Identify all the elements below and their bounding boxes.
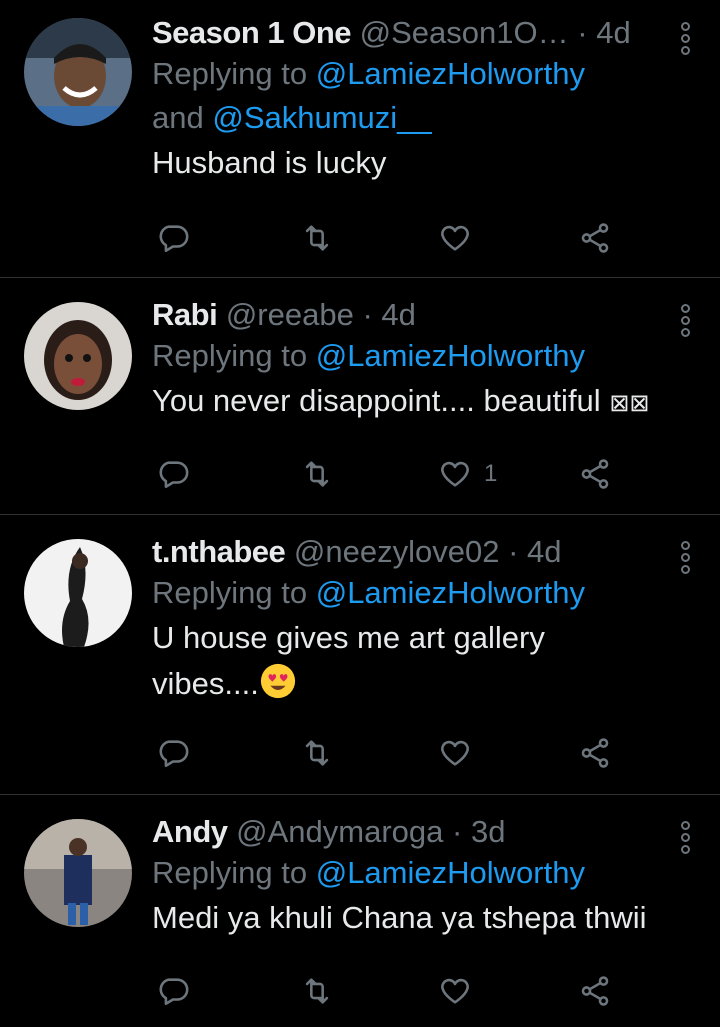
tweet-actions (152, 971, 632, 1011)
more-vertical-icon[interactable] (678, 304, 692, 337)
tweet-1[interactable]: Season 1 One @Season1O… · 4d Replying to… (0, 0, 720, 278)
tweet-text: U house gives me art gallery vibes.... (152, 615, 670, 707)
tweet-header: t.nthabee @neezylove02 · 4d (152, 533, 670, 571)
reply-button[interactable] (156, 218, 190, 258)
tweet-actions: 1 (152, 454, 632, 494)
tweet-text: You never disappoint.... beautiful ⊠⊠ (152, 378, 670, 427)
tweet-actions (152, 733, 632, 773)
user-handle[interactable]: @Season1O… (360, 15, 569, 50)
display-name[interactable]: Season 1 One (152, 15, 352, 50)
replying-to-label: Replying to (152, 56, 308, 91)
user-handle[interactable]: @reeabe (226, 297, 354, 332)
timestamp[interactable]: 4d (527, 534, 561, 569)
user-handle[interactable]: @Andymaroga (236, 814, 443, 849)
avatar[interactable] (24, 302, 132, 410)
like-button[interactable]: 1 (438, 454, 497, 494)
missing-glyph-boxes: ⊠⊠ (609, 390, 650, 417)
separator-dot: · (452, 814, 463, 849)
separator-dot: · (508, 534, 519, 569)
mention-link[interactable]: @LamiezHolworthy (316, 575, 585, 610)
avatar-image (24, 18, 132, 126)
avatar[interactable] (24, 819, 132, 927)
tweet-header: Andy @Andymaroga · 3d (152, 813, 670, 851)
mention-link[interactable]: @LamiezHolworthy (316, 855, 585, 890)
retweet-icon (305, 978, 329, 1004)
avatar[interactable] (24, 18, 132, 126)
heart-icon (441, 461, 469, 487)
tweet-text-line-2: vibes.... (152, 666, 259, 701)
tweet-header: Season 1 One @Season1O… · 4d (152, 14, 670, 52)
share-icon (581, 223, 609, 253)
reply-icon (159, 740, 189, 768)
retweet-icon (305, 461, 329, 487)
replying-to-label: Replying to (152, 338, 308, 373)
heart-icon (441, 978, 469, 1004)
heart-icon (441, 740, 469, 766)
reply-icon (159, 225, 189, 253)
timestamp[interactable]: 3d (471, 814, 505, 849)
tweet-3[interactable]: t.nthabee @neezylove02 · 4d Replying to … (0, 515, 720, 795)
reply-context: Replying to @LamiezHolworthy (152, 571, 670, 615)
reply-button[interactable] (156, 454, 190, 494)
separator-dot: · (577, 15, 588, 50)
reply-context: Replying to @LamiezHolworthy (152, 851, 670, 895)
retweet-button[interactable] (300, 971, 334, 1011)
timestamp[interactable]: 4d (381, 297, 415, 332)
share-icon (581, 459, 609, 489)
tweet-header: Rabi @reeabe · 4d (152, 296, 670, 334)
share-button[interactable] (578, 218, 612, 258)
retweet-button[interactable] (300, 733, 334, 773)
share-icon (581, 976, 609, 1006)
share-button[interactable] (578, 733, 612, 773)
more-vertical-icon[interactable] (678, 541, 692, 574)
tweet-2[interactable]: Rabi @reeabe · 4d Replying to @LamiezHol… (0, 278, 720, 515)
display-name[interactable]: Rabi (152, 297, 218, 332)
reply-context: Replying to @LamiezHolworthy and @Sakhum… (152, 52, 670, 140)
retweet-icon (305, 225, 329, 251)
more-vertical-icon[interactable] (678, 821, 692, 854)
avatar-image (24, 302, 132, 410)
and-label: and (152, 100, 204, 135)
share-button[interactable] (578, 971, 612, 1011)
reply-context: Replying to @LamiezHolworthy (152, 334, 670, 378)
like-button[interactable] (438, 733, 472, 773)
tweet-text-line-1: U house gives me art gallery (152, 620, 545, 655)
reply-icon (159, 461, 189, 489)
mention-link[interactable]: @LamiezHolworthy (316, 56, 585, 91)
tweet-actions (152, 218, 632, 258)
separator-dot: · (362, 297, 373, 332)
share-icon (581, 738, 609, 768)
tweet-text-body: You never disappoint.... beautiful (152, 383, 601, 418)
retweet-button[interactable] (300, 218, 334, 258)
timestamp[interactable]: 4d (596, 15, 630, 50)
reply-icon (159, 978, 189, 1006)
retweet-button[interactable] (300, 454, 334, 494)
display-name[interactable]: t.nthabee (152, 534, 286, 569)
display-name[interactable]: Andy (152, 814, 228, 849)
mention-link[interactable]: @LamiezHolworthy (316, 338, 585, 373)
replying-to-label: Replying to (152, 575, 308, 610)
like-button[interactable] (438, 971, 472, 1011)
share-button[interactable] (578, 454, 612, 494)
mention-link[interactable]: @Sakhumuzi__ (212, 100, 431, 135)
avatar-image (24, 539, 132, 647)
tweet-text: Husband is lucky (152, 145, 387, 180)
retweet-icon (305, 740, 329, 766)
more-vertical-icon[interactable] (678, 22, 692, 55)
replying-to-label: Replying to (152, 855, 308, 890)
user-handle[interactable]: @neezylove02 (294, 534, 500, 569)
reply-button[interactable] (156, 733, 190, 773)
tweet-4[interactable]: Andy @Andymaroga · 3d Replying to @Lamie… (0, 795, 720, 1027)
like-button[interactable] (438, 218, 472, 258)
tweet-text: Medi ya khuli Chana ya tshepa thwii (152, 900, 647, 935)
like-count: 1 (484, 460, 498, 487)
reply-button[interactable] (156, 971, 190, 1011)
avatar-image (24, 819, 132, 927)
heart-icon (441, 225, 469, 251)
avatar[interactable] (24, 539, 132, 647)
heart-eyes-emoji-icon (260, 663, 295, 699)
